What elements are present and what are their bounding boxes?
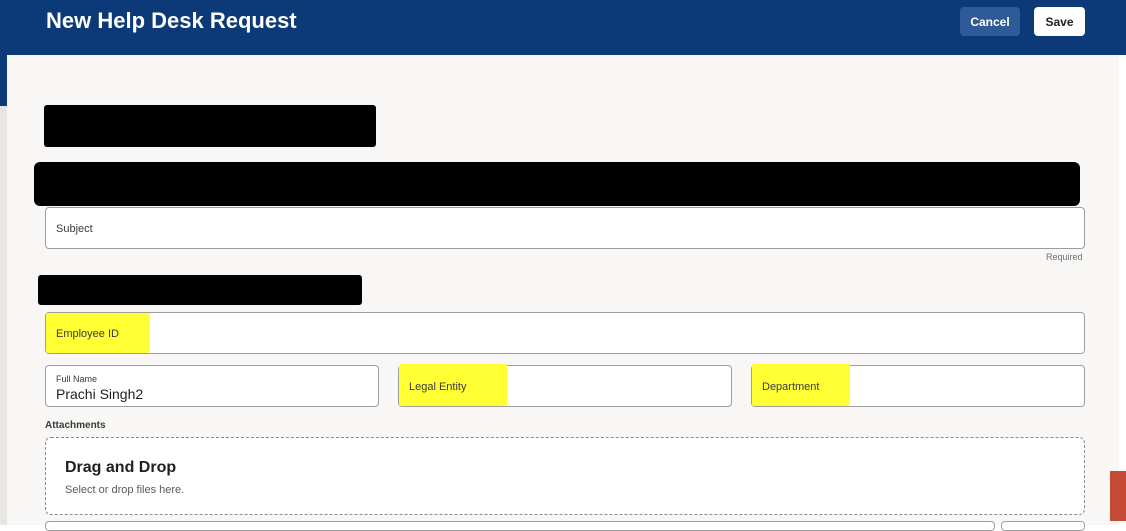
next-field[interactable] [45,521,995,531]
full-name-field[interactable]: Full Name Prachi Singh2 [45,365,379,407]
employee-id-field[interactable]: Employee ID [45,312,1085,354]
legal-entity-label: Legal Entity [409,381,467,393]
subject-field[interactable]: Subject [45,207,1085,249]
attachments-label: Attachments [45,420,106,431]
dropzone-hint: Select or drop files here. [65,484,185,496]
redacted-block [38,275,362,305]
redacted-block [34,162,1080,206]
next-field-button[interactable] [1001,521,1085,531]
panel-right-edge [1119,55,1126,525]
redacted-block [44,105,376,147]
required-hint: Required [1046,252,1083,262]
save-button[interactable]: Save [1034,7,1085,36]
panel-left-edge [0,106,7,525]
department-field[interactable]: Department [751,364,1085,407]
department-label: Department [762,381,820,393]
cancel-button[interactable]: Cancel [960,7,1020,36]
full-name-value: Prachi Singh2 [56,386,144,402]
page-title: New Help Desk Request [46,8,297,33]
side-tab[interactable] [1110,471,1126,521]
subject-label: Subject [56,223,93,235]
legal-entity-field[interactable]: Legal Entity [398,364,732,407]
full-name-label: Full Name [56,374,98,384]
employee-id-label: Employee ID [56,328,119,340]
file-dropzone[interactable]: Drag and Drop Select or drop files here. [45,437,1085,515]
dropzone-title: Drag and Drop [65,459,177,476]
